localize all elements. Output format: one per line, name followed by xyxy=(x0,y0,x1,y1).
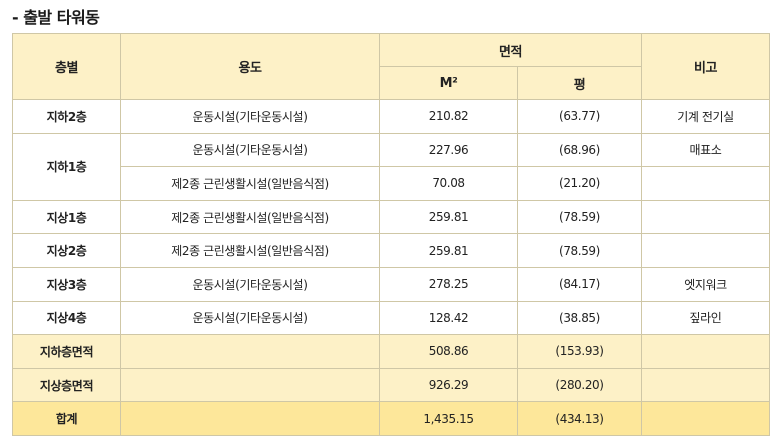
floor-cell: 지상1층 xyxy=(12,199,121,235)
subtotal-row-basement: 지하층면적 508.86 (153.93) xyxy=(12,334,770,369)
floor-cell: 지하2층 xyxy=(12,99,121,134)
empty-cell xyxy=(120,334,380,369)
pyeong-cell: (84.17) xyxy=(517,266,642,302)
note-cell: 짚라인 xyxy=(641,300,770,336)
sqm-cell: 70.08 xyxy=(379,166,518,201)
header-pyeong: 평 xyxy=(517,66,642,100)
sqm-cell: 259.81 xyxy=(379,233,518,268)
note-cell: 엣지워크 xyxy=(641,266,770,302)
table-row: 제2종 근린생활시설(일반음식점) 70.08 (21.20) xyxy=(13,166,770,201)
pyeong-cell: (434.13) xyxy=(517,401,642,436)
table-row: 지상3층 운동시설(기타운동시설) 278.25 (84.17) 엣지워크 xyxy=(12,266,770,302)
empty-cell xyxy=(641,334,770,369)
header-sqm: M² xyxy=(379,66,518,100)
note-cell xyxy=(641,199,770,235)
empty-cell xyxy=(120,367,380,403)
area-table: 층별 용도 면적 비고 M² 평 지하2층 운동시설(기타운동시설) 210.8… xyxy=(12,33,770,436)
floor-cell: 지상3층 xyxy=(12,266,121,302)
note-cell: 매표소 xyxy=(641,132,770,168)
use-cell: 제2종 근린생활시설(일반음식점) xyxy=(120,199,380,235)
sqm-cell: 278.25 xyxy=(379,266,518,302)
header-area: 면적 xyxy=(379,33,642,67)
pyeong-cell: (21.20) xyxy=(517,166,642,201)
pyeong-cell: (38.85) xyxy=(517,300,642,336)
sqm-cell: 1,435.15 xyxy=(379,401,518,436)
pyeong-cell: (63.77) xyxy=(517,99,642,134)
note-cell: 기계 전기실 xyxy=(641,99,770,134)
pyeong-cell: (78.59) xyxy=(517,233,642,268)
floor-cell: 지하1층 xyxy=(12,132,121,201)
use-cell: 운동시설(기타운동시설) xyxy=(120,300,380,336)
table-row: 지상2층 제2종 근린생활시설(일반음식점) 259.81 (78.59) xyxy=(12,233,770,268)
table-row: 지상4층 운동시설(기타운동시설) 128.42 (38.85) 짚라인 xyxy=(12,300,770,336)
note-cell xyxy=(641,233,770,268)
note-cell xyxy=(641,166,770,201)
subtotal-label: 지상층면적 xyxy=(12,367,121,403)
floor-cell: 지상2층 xyxy=(12,233,121,268)
sqm-cell: 210.82 xyxy=(379,99,518,134)
subtotal-row-aboveground: 지상층면적 926.29 (280.20) xyxy=(12,367,770,403)
page-title: - 출발 타워동 xyxy=(12,8,100,27)
sqm-cell: 227.96 xyxy=(379,132,518,168)
table-row: 지하1층 운동시설(기타운동시설) 227.96 (68.96) 매표소 xyxy=(12,132,770,201)
empty-cell xyxy=(641,367,770,403)
subtotal-label: 지하층면적 xyxy=(12,334,121,369)
header-floor: 층별 xyxy=(12,33,121,100)
sqm-cell: 508.86 xyxy=(379,334,518,369)
use-cell: 운동시설(기타운동시설) xyxy=(120,132,380,168)
header-use: 용도 xyxy=(120,33,380,100)
pyeong-cell: (78.59) xyxy=(517,199,642,235)
use-cell: 운동시설(기타운동시설) xyxy=(120,266,380,302)
total-row: 합계 1,435.15 (434.13) xyxy=(12,401,770,436)
pyeong-cell: (68.96) xyxy=(517,132,642,168)
pyeong-cell: (280.20) xyxy=(517,367,642,403)
pyeong-cell: (153.93) xyxy=(517,334,642,369)
use-cell: 운동시설(기타운동시설) xyxy=(120,99,380,134)
total-label: 합계 xyxy=(12,401,121,436)
use-cell: 제2종 근린생활시설(일반음식점) xyxy=(120,233,380,268)
use-cell: 제2종 근린생활시설(일반음식점) xyxy=(120,166,380,201)
table-row: 지하2층 운동시설(기타운동시설) 210.82 (63.77) 기계 전기실 xyxy=(12,99,770,134)
empty-cell xyxy=(641,401,770,436)
sqm-cell: 128.42 xyxy=(379,300,518,336)
sqm-cell: 926.29 xyxy=(379,367,518,403)
table-row: 지상1층 제2종 근린생활시설(일반음식점) 259.81 (78.59) xyxy=(12,199,770,235)
sqm-cell: 259.81 xyxy=(379,199,518,235)
empty-cell xyxy=(120,401,380,436)
header-note: 비고 xyxy=(641,33,770,100)
floor-cell: 지상4층 xyxy=(12,300,121,336)
